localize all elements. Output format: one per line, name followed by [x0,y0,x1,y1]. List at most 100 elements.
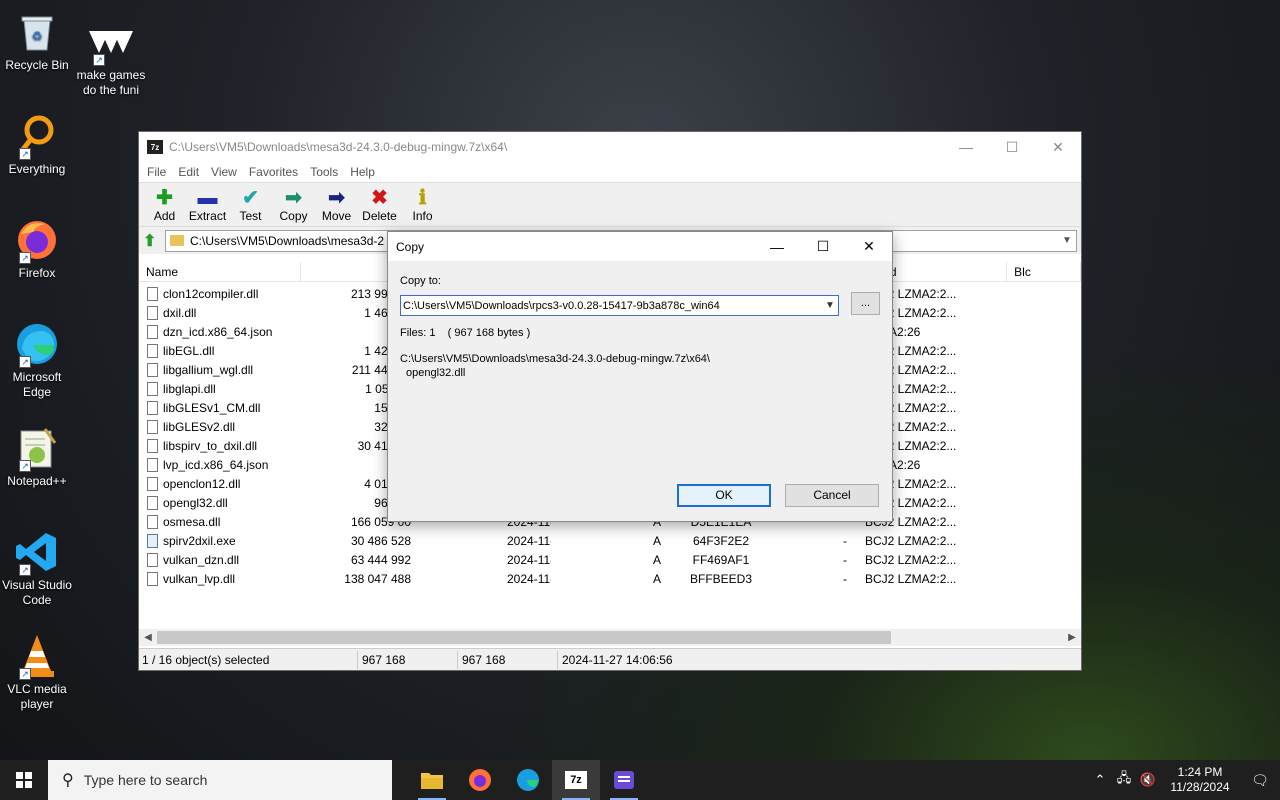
copy-to-input[interactable]: C:\Users\VM5\Downloads\rpcs3-v0.0.28-154… [403,300,822,312]
chevron-down-icon[interactable]: ▼ [1058,235,1076,246]
minimize-icon: — [959,139,973,155]
desktop-icon-label: Microsoft Edge [12,370,62,399]
desktop-icon-label: Notepad++ [7,474,67,488]
file-name-cell: vulkan_lvp.dll [139,571,301,586]
desktop-icon-edge[interactable]: ↗ Microsoft Edge [2,320,72,400]
test-button[interactable]: ✔ Test [229,183,272,226]
desktop-icon-everything[interactable]: ↗ Everything [2,112,72,177]
horizontal-scrollbar[interactable]: ◀ ▶ [139,629,1081,646]
edge-icon: ↗ [13,320,61,368]
desktop-icon-notepadpp[interactable]: ↗ Notepad++ [2,424,72,489]
table-row[interactable]: vulkan_lvp.dll 138 047 488 2024-11-27 14:0… [139,569,1081,588]
menu-file[interactable]: File [141,165,172,179]
window-titlebar[interactable]: 7z C:\Users\VM5\Downloads\mesa3d-24.3.0-… [139,132,1081,162]
network-icon[interactable]: 🖧 [1112,769,1136,791]
taskbar-edge[interactable] [504,760,552,800]
volume-muted-icon[interactable]: 🔇 [1136,772,1160,788]
delete-button[interactable]: ✖ Delete [358,183,401,226]
add-button[interactable]: ✚ Add [143,183,186,226]
dialog-titlebar[interactable]: Copy — ☐ ✕ [388,232,892,261]
file-name-cell: openclon12.dll [139,476,301,491]
desktop-icon-label: Visual Studio Code [2,578,72,607]
file-name-cell: osmesa.dll [139,514,301,529]
notification-icon[interactable]: 🗨 [1240,772,1280,789]
menu-tools[interactable]: Tools [304,165,344,179]
table-row[interactable]: spirv2dxil.exe 30 486 528 2024-11-27 14:06… [139,531,1081,550]
desktop-icon-label: Recycle Bin [5,58,69,72]
desktop-icon-make-games[interactable]: ↗ make games do the funi [76,18,146,98]
dialog-close-button[interactable]: ✕ [846,232,892,262]
scroll-thumb[interactable] [157,631,891,644]
desktop-icon-label: VLC media player [7,682,67,711]
browse-button[interactable]: ... [851,292,880,315]
taskbar-clock[interactable]: 1:24 PM 11/28/2024 [1160,765,1240,795]
taskbar: ⚲ Type here to search 7z ⌃ 🖧 🔇 1:24 PM 1… [0,760,1280,800]
up-folder-button[interactable]: ⬆ [143,231,165,251]
desktop-icon-vscode[interactable]: ↗ Visual Studio Code [2,528,72,608]
dialog-title: Copy [396,239,425,254]
file-name: libgallium_wgl.dll [163,362,254,377]
file-name-cell: clon12compiler.dll [139,286,301,301]
cancel-button[interactable]: Cancel [785,484,879,507]
file-name: libGLESv2.dll [163,419,236,434]
move-button[interactable]: ➡ Move [315,183,358,226]
file-enc-cell: - [843,533,847,548]
table-row[interactable]: vulkan_dzn.dll 63 444 992 2024-11-27 14:06… [139,550,1081,569]
close-button[interactable]: ✕ [1035,132,1081,162]
extract-button[interactable]: ▬ Extract [186,183,229,226]
desktop-icon-firefox[interactable]: ↗ Firefox [2,216,72,281]
file-name-cell: dzn_icd.x86_64.json [139,324,301,339]
plus-icon: ✚ [156,186,173,209]
chevron-down-icon[interactable]: ▼ [822,300,838,311]
desktop-icon-label: Firefox [18,266,56,280]
file-size-cell: 63 444 992 [350,552,411,567]
file-name-cell: libGLESv2.dll [139,419,301,434]
taskbar-file-explorer[interactable] [408,760,456,800]
status-size: 967 168 [358,650,458,669]
toolbar-label: Info [412,208,433,223]
system-tray: ⌃ 🖧 🔇 1:24 PM 11/28/2024 🗨 [1088,760,1280,800]
taskbar-search-box[interactable]: ⚲ Type here to search [48,760,392,800]
taskbar-firefox[interactable] [456,760,504,800]
clock-time: 1:24 PM [1177,765,1223,779]
file-modified-cell: 2024-11-27 14:06 [507,571,551,586]
file-name: libglapi.dll [163,381,216,396]
file-name-cell: libGLESv1_CM.dll [139,400,301,415]
source-file: opengl32.dll [406,367,466,379]
taskbar-app-purple[interactable] [600,760,648,800]
copy-to-combo[interactable]: C:\Users\VM5\Downloads\rpcs3-v0.0.28-154… [400,295,839,316]
dialog-body: Copy to: C:\Users\VM5\Downloads\rpcs3-v0… [388,261,892,522]
edge-icon [517,769,539,791]
column-header[interactable]: Blc [1007,262,1082,281]
desktop-icon-recycle-bin[interactable]: ♻ Recycle Bin [2,8,72,73]
maximize-icon: ☐ [1005,138,1019,155]
dialog-maximize-button[interactable]: ☐ [800,232,846,262]
menu-help[interactable]: Help [344,165,381,179]
status-bar: 1 / 16 object(s) selected 967 168 967 16… [139,648,1081,670]
taskbar-7zip[interactable]: 7z [552,760,600,800]
column-header[interactable]: Name [139,262,301,281]
everything-search-icon: ↗ [13,112,61,160]
maximize-icon: ☐ [816,238,830,254]
toolbar-label: Test [239,208,262,223]
minimize-button[interactable]: — [943,132,989,162]
dialog-minimize-button[interactable]: — [754,232,800,262]
menu-favorites[interactable]: Favorites [243,165,304,179]
info-button[interactable]: ℹ Info [401,183,444,226]
scroll-left-icon[interactable]: ◀ [139,632,157,643]
file-name: libGLESv1_CM.dll [163,400,261,415]
info-icon: ℹ [418,186,427,209]
menu-view[interactable]: View [205,165,243,179]
ok-button[interactable]: OK [677,484,771,507]
chevron-up-icon[interactable]: ⌃ [1088,772,1112,788]
scroll-right-icon[interactable]: ▶ [1063,632,1081,643]
start-button[interactable] [0,760,48,800]
toolbar-label: Delete [362,208,397,223]
file-name-cell: dxil.dll [139,305,301,320]
file-icon [147,514,158,529]
desktop-icon-vlc[interactable]: ↗ VLC media player [2,632,72,712]
menu-edit[interactable]: Edit [172,165,205,179]
copy-button[interactable]: ➡ Copy [272,183,315,226]
file-name: lvp_icd.x86_64.json [163,457,269,472]
maximize-button[interactable]: ☐ [989,132,1035,162]
